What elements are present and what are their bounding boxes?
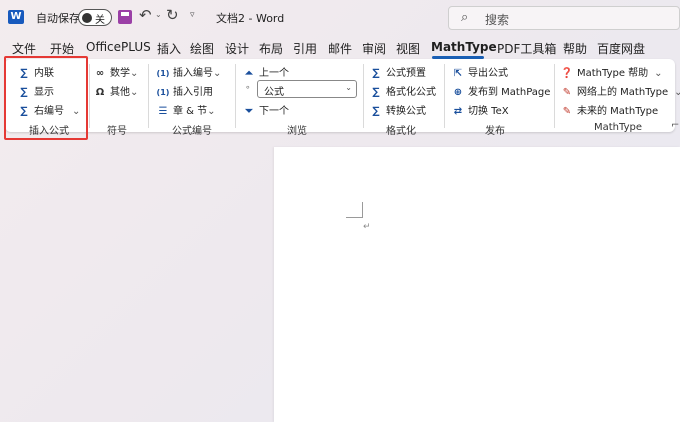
chevron-down-icon: ⌄ [213,68,222,79]
tab-references[interactable]: 引用 [293,40,317,57]
autosave-label: 自动保存 [36,12,80,25]
math-symbols-button[interactable]: ∞ 数学⌄ [93,64,139,79]
search-input[interactable]: 搜索 [485,11,509,28]
tab-layout[interactable]: 布局 [259,40,283,57]
highlight-box [4,56,88,140]
convert-equations-button[interactable]: ∑ 转换公式 [369,102,426,117]
chevron-down-icon: ⌄ [674,87,680,98]
group-divider [444,64,445,128]
tab-mailings[interactable]: 邮件 [328,40,352,57]
title-bar: W 自动保存 关 ↶ ⌄ ↻ ▿ 文档2 - Word ⌕ 搜索 [0,0,680,36]
chapter-section-button[interactable]: ☰ 章 & 节⌄ [156,102,216,117]
group-divider [363,64,364,128]
ribbon-tabs: 文件 开始 OfficePLUS 插入 绘图 设计 布局 引用 邮件 审阅 视图… [0,36,680,58]
globe-icon: ⊕ [453,87,463,98]
group-divider [235,64,236,128]
sigma-convert-icon: ∑ [372,106,380,117]
sigma-preset-icon: ∑ [372,68,380,79]
mathtype-online-button[interactable]: ✎ 网络上的 MathType ⌄ [560,83,680,98]
chevron-down-icon: ⌄ [130,87,139,98]
tab-baidu-netdisk[interactable]: 百度网盘 [597,40,645,57]
chevron-down-icon: ⌄ [207,106,216,117]
insert-reference-button[interactable]: (1) 插入引用 [156,83,213,98]
group-label-browse: 浏览 [287,126,307,137]
redo-icon[interactable]: ↻ [166,6,179,24]
equation-presets-button[interactable]: ∑ 公式预置 [369,64,426,79]
format-equations-button[interactable]: ∑ 格式化公式 [369,83,436,98]
bullet-icon: ∘ [245,83,251,93]
margin-corner-mark [346,217,363,218]
browse-type-value: 公式 [264,87,284,98]
reference-icon: (1) [156,88,170,97]
tab-draw[interactable]: 绘图 [190,40,214,57]
mathtype-help-button[interactable]: ❓ MathType 帮助 ⌄ [560,64,663,79]
chevron-down-icon: ⌄ [654,68,663,79]
arrow-up-icon: ⏶ [245,68,253,79]
chevron-down-icon: ⌄ [345,83,352,92]
tex-icon: ⇄ [453,106,463,117]
group-divider [148,64,149,128]
search-box[interactable]: ⌕ 搜索 [448,6,680,30]
toggle-knob [82,13,92,23]
document-title: 文档2 - Word [216,12,285,25]
tab-design[interactable]: 设计 [225,40,249,57]
autosave-state: 关 [95,15,105,26]
tab-home[interactable]: 开始 [50,40,74,57]
tab-view[interactable]: 视图 [396,40,420,57]
group-label-equation-numbers: 公式编号 [172,126,212,137]
list-icon: ☰ [158,106,168,117]
tab-help[interactable]: 帮助 [563,40,587,57]
infinity-icon: ∞ [95,68,105,79]
chevron-down-icon: ⌄ [130,68,139,79]
autosave-toggle[interactable]: 关 [78,9,112,26]
save-icon[interactable] [118,10,132,24]
tab-officeplus[interactable]: OfficePLUS [86,40,151,54]
help-icon: ❓ [560,68,574,79]
tab-pdf-toolbox[interactable]: PDF工具箱 [497,40,556,57]
ribbon-expand-icon[interactable]: ⌐ [671,120,679,131]
other-symbols-button[interactable]: Ω 其他⌄ [93,83,139,98]
group-divider [554,64,555,128]
browse-type-select[interactable]: 公式 ⌄ [257,80,357,98]
group-label-format: 格式化 [386,126,416,137]
undo-icon[interactable]: ↶ [139,6,152,24]
margin-corner-mark [362,202,363,218]
omega-icon: Ω [95,87,105,98]
mathtype-web-icon: ✎ [562,87,572,98]
tab-file[interactable]: 文件 [12,40,36,57]
group-label-mathtype: MathType [594,122,642,133]
tab-insert[interactable]: 插入 [157,40,181,57]
word-app-icon: W [8,10,24,24]
export-icon: ⇱ [453,68,463,79]
toggle-tex-button[interactable]: ⇄ 切换 TeX [451,102,509,117]
sigma-format-icon: ∑ [372,87,380,98]
search-icon: ⌕ [461,10,469,25]
export-equations-button[interactable]: ⇱ 导出公式 [451,64,508,79]
group-label-symbols: 符号 [107,126,127,137]
arrow-down-icon: ⏷ [245,106,253,117]
previous-equation-button[interactable]: ⏶ 上一个 [242,64,289,79]
insert-number-button[interactable]: (1) 插入编号⌄ [156,64,222,79]
paragraph-mark-icon: ↵ [363,222,371,232]
tab-review[interactable]: 审阅 [362,40,386,57]
future-mathtype-button[interactable]: ✎ 未来的 MathType [560,102,658,117]
mathtype-ribbon: ∑ 内联 ∑ 显示 ∑ 右编号 ⌄ 插入公式 ∞ 数学⌄ Ω 其他⌄ 符号 (1) 插入编号⌄… [5,59,680,137]
tab-mathtype[interactable]: MathType [431,40,497,54]
group-divider [89,64,90,128]
undo-dropdown-icon[interactable]: ⌄ [155,10,162,19]
next-equation-button[interactable]: ⏷ 下一个 [242,102,289,117]
customize-quick-access-icon[interactable]: ▿ [190,10,195,20]
mathtype-future-icon: ✎ [562,106,572,117]
document-page[interactable] [274,147,680,422]
equation-number-icon: (1) [156,69,170,78]
group-label-publish: 发布 [485,126,505,137]
publish-mathpage-button[interactable]: ⊕ 发布到 MathPage [451,83,551,98]
